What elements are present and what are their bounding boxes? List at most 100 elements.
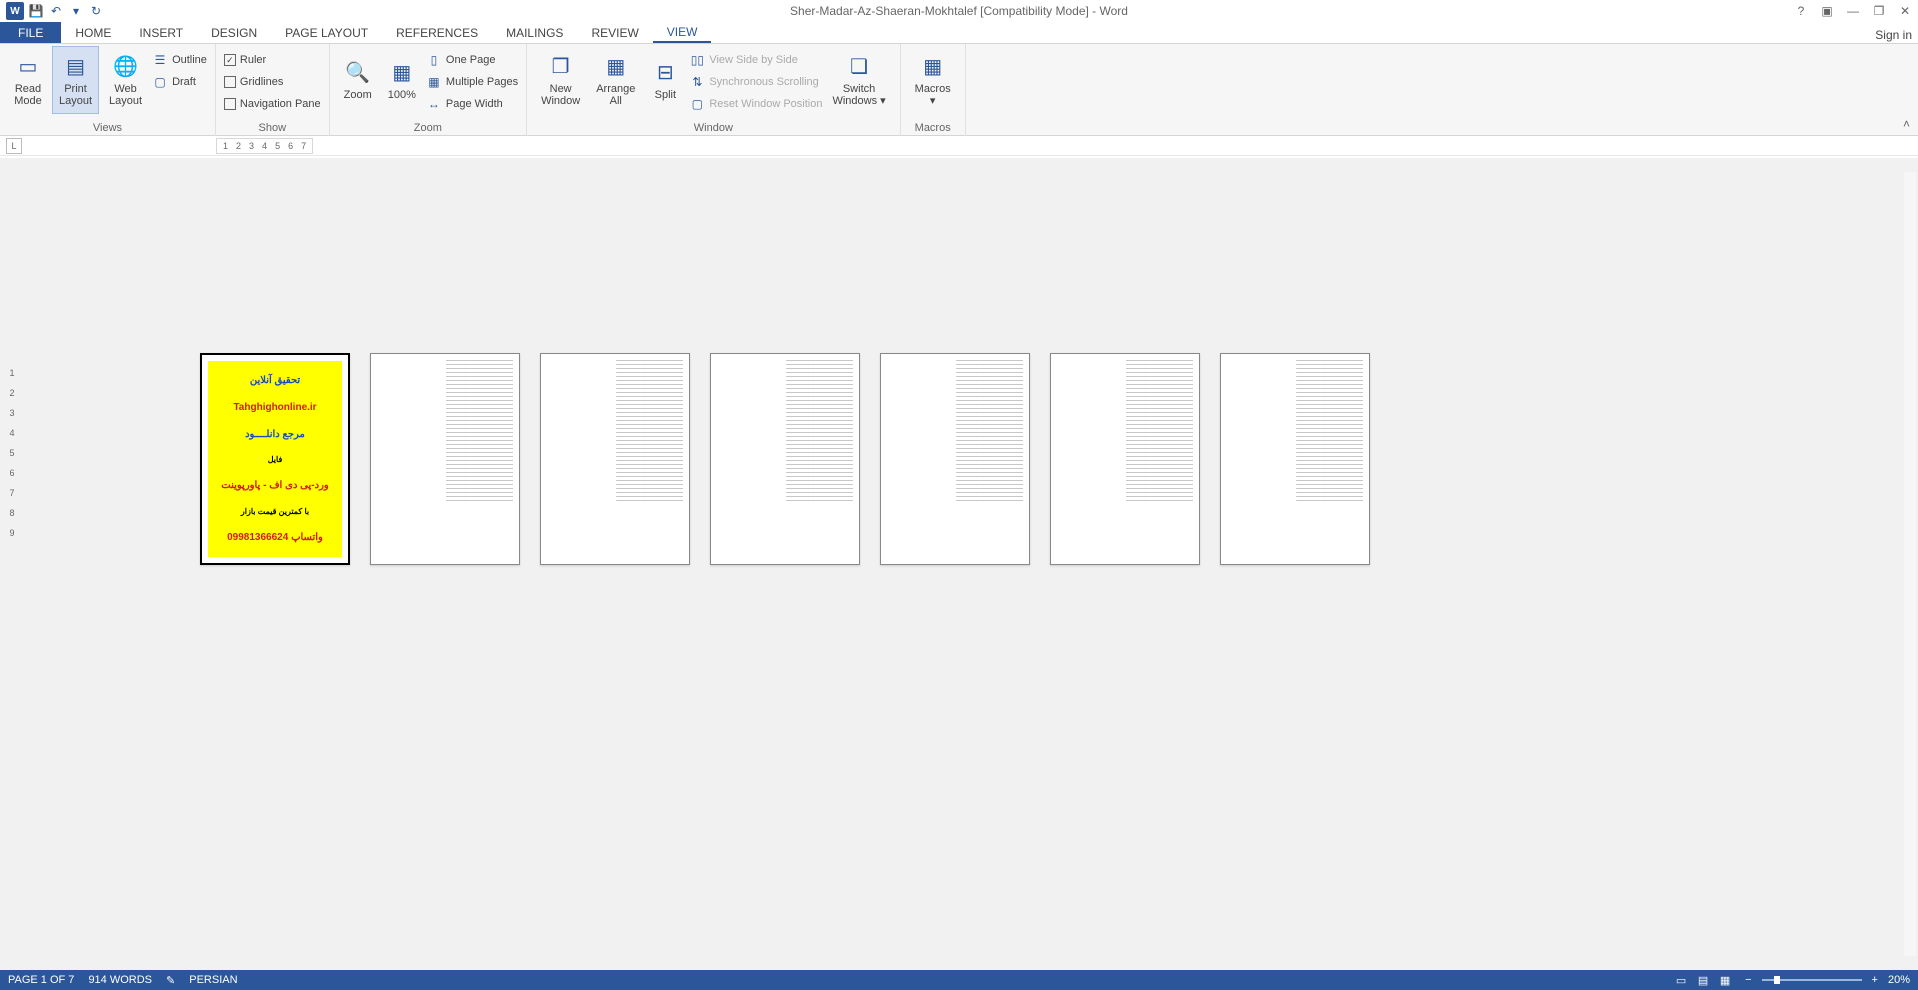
zoom-slider[interactable] <box>1762 979 1862 981</box>
web-layout-button[interactable]: 🌐Web Layout <box>103 46 148 114</box>
minimize-icon[interactable]: — <box>1844 2 1862 20</box>
draft-icon: ▢ <box>152 74 168 90</box>
undo-icon[interactable]: ↶ <box>48 3 64 19</box>
group-window: ❐New Window ▦Arrange All ⊟Split ▯▯View S… <box>527 44 901 136</box>
read-mode-button[interactable]: ▭Read Mode <box>8 46 48 114</box>
zoom-out-icon[interactable]: − <box>1745 974 1751 986</box>
page-width-icon: ↔ <box>426 96 442 112</box>
quick-access-toolbar: W 💾 ↶ ▾ ↻ <box>0 2 104 20</box>
checkbox-icon <box>224 76 236 88</box>
vertical-ruler[interactable]: 123456789 <box>4 368 20 538</box>
split-button[interactable]: ⊟Split <box>645 46 685 114</box>
tab-page-layout[interactable]: PAGE LAYOUT <box>271 22 382 43</box>
word-logo-icon: W <box>6 2 24 20</box>
page-width-button[interactable]: ↔Page Width <box>426 94 518 114</box>
spelling-icon[interactable]: ✎ <box>166 974 175 987</box>
view-side-by-side-button: ▯▯View Side by Side <box>689 50 822 70</box>
gridlines-checkbox[interactable]: Gridlines <box>224 72 321 92</box>
navigation-pane-checkbox[interactable]: Navigation Pane <box>224 94 321 114</box>
one-page-button[interactable]: ▯One Page <box>426 50 518 70</box>
ruler-checkbox[interactable]: ✓Ruler <box>224 50 321 70</box>
zoom-button[interactable]: 🔍Zoom <box>338 46 378 114</box>
language-indicator[interactable]: PERSIAN <box>189 974 237 986</box>
pages-row: تحقیق آنلاین Tahghighonline.ir مرجع دانل… <box>200 353 1370 565</box>
print-layout-icon: ▤ <box>62 53 90 81</box>
vertical-scrollbar[interactable] <box>1904 160 1916 968</box>
outline-button[interactable]: ☰Outline <box>152 50 207 70</box>
read-mode-icon: ▭ <box>14 53 42 81</box>
tab-selector-icon[interactable]: L <box>6 138 22 154</box>
group-label-macros: Macros <box>909 122 957 136</box>
page-thumbnail-1[interactable]: تحقیق آنلاین Tahghighonline.ir مرجع دانل… <box>200 353 350 565</box>
hundred-percent-button[interactable]: ▦100% <box>382 46 422 114</box>
new-window-icon: ❐ <box>547 53 575 81</box>
page-thumbnail-4[interactable]: ــــــــــــــــــــــــــــــــــــــــ… <box>710 353 860 565</box>
window-controls: ? ▣ — ❐ ✕ <box>1792 2 1914 20</box>
arrange-all-button[interactable]: ▦Arrange All <box>590 46 641 114</box>
side-by-side-icon: ▯▯ <box>689 52 705 68</box>
status-bar: PAGE 1 OF 7 914 WORDS ✎ PERSIAN ▭ ▤ ▦ − … <box>0 970 1918 990</box>
group-macros: ▦Macros ▾ Macros <box>901 44 966 136</box>
page-thumbnail-3[interactable]: ــــــــــــــــــــــــــــــــــــــــ… <box>540 353 690 565</box>
page-thumbnail-7[interactable]: ــــــــــــــــــــــــــــــــــــــــ… <box>1220 353 1370 565</box>
page-thumbnail-5[interactable]: ــــــــــــــــــــــــــــــــــــــــ… <box>880 353 1030 565</box>
print-layout-button[interactable]: ▤Print Layout <box>52 46 99 114</box>
word-count[interactable]: 914 WORDS <box>88 974 152 986</box>
arrange-icon: ▦ <box>602 53 630 81</box>
tab-home[interactable]: HOME <box>61 22 125 43</box>
page-indicator[interactable]: PAGE 1 OF 7 <box>8 974 74 986</box>
print-layout-view-icon[interactable]: ▤ <box>1693 972 1713 988</box>
outline-icon: ☰ <box>152 52 168 68</box>
tab-references[interactable]: REFERENCES <box>382 22 492 43</box>
macros-icon: ▦ <box>919 53 947 81</box>
switch-windows-icon: ❏ <box>845 53 873 81</box>
page-thumbnail-6[interactable]: ــــــــــــــــــــــــــــــــــــــــ… <box>1050 353 1200 565</box>
reset-window-position-button: ▢Reset Window Position <box>689 94 822 114</box>
redo-icon[interactable]: ↻ <box>88 3 104 19</box>
document-area[interactable]: 123456789 تحقیق آنلاین Tahghighonline.ir… <box>0 158 1918 970</box>
checkbox-icon <box>224 98 236 110</box>
tab-insert[interactable]: INSERT <box>125 22 197 43</box>
save-icon[interactable]: 💾 <box>28 3 44 19</box>
tab-file[interactable]: FILE <box>0 22 61 43</box>
group-zoom: 🔍Zoom ▦100% ▯One Page ▦Multiple Pages ↔P… <box>330 44 527 136</box>
restore-icon[interactable]: ❐ <box>1870 2 1888 20</box>
tab-mailings[interactable]: MAILINGS <box>492 22 577 43</box>
close-icon[interactable]: ✕ <box>1896 2 1914 20</box>
collapse-ribbon-icon[interactable]: ˄ <box>1903 117 1910 131</box>
multiple-pages-button[interactable]: ▦Multiple Pages <box>426 72 518 92</box>
group-views: ▭Read Mode ▤Print Layout 🌐Web Layout ☰Ou… <box>0 44 216 136</box>
horizontal-ruler[interactable]: 7654321 <box>216 138 313 154</box>
page1-banner: تحقیق آنلاین Tahghighonline.ir مرجع دانل… <box>208 361 342 557</box>
checkbox-checked-icon: ✓ <box>224 54 236 66</box>
new-window-button[interactable]: ❐New Window <box>535 46 586 114</box>
web-layout-icon: 🌐 <box>112 53 140 81</box>
hundred-icon: ▦ <box>388 59 416 87</box>
tab-review[interactable]: REVIEW <box>577 22 652 43</box>
zoom-in-icon[interactable]: + <box>1872 974 1878 986</box>
page-thumbnail-2[interactable]: ــــــــــــــــــــــــــــــــــــــــ… <box>370 353 520 565</box>
ribbon-options-icon[interactable]: ▣ <box>1818 2 1836 20</box>
synchronous-scrolling-button: ⇅Synchronous Scrolling <box>689 72 822 92</box>
help-icon[interactable]: ? <box>1792 2 1810 20</box>
document-title: Sher-Madar-Az-Shaeran-Mokhtalef [Compati… <box>790 4 1128 18</box>
web-layout-view-icon[interactable]: ▦ <box>1715 972 1735 988</box>
zoom-icon: 🔍 <box>344 59 372 87</box>
macros-button[interactable]: ▦Macros ▾ <box>909 46 957 114</box>
reset-pos-icon: ▢ <box>689 96 705 112</box>
ribbon: ▭Read Mode ▤Print Layout 🌐Web Layout ☰Ou… <box>0 44 1918 136</box>
zoom-percent[interactable]: 20% <box>1888 974 1910 986</box>
one-page-icon: ▯ <box>426 52 442 68</box>
tab-view[interactable]: VIEW <box>653 22 712 43</box>
sync-scroll-icon: ⇅ <box>689 74 705 90</box>
group-label-views: Views <box>8 122 207 136</box>
title-bar: W 💾 ↶ ▾ ↻ Sher-Madar-Az-Shaeran-Mokhtale… <box>0 0 1918 22</box>
group-label-show: Show <box>224 122 321 136</box>
ribbon-tabs: FILE HOME INSERT DESIGN PAGE LAYOUT REFE… <box>0 22 1918 44</box>
switch-windows-button[interactable]: ❏Switch Windows ▾ <box>826 46 891 114</box>
sign-in-link[interactable]: Sign in <box>1875 28 1912 42</box>
draft-button[interactable]: ▢Draft <box>152 72 207 92</box>
read-mode-view-icon[interactable]: ▭ <box>1671 972 1691 988</box>
tab-design[interactable]: DESIGN <box>197 22 271 43</box>
qat-more-icon[interactable]: ▾ <box>68 3 84 19</box>
